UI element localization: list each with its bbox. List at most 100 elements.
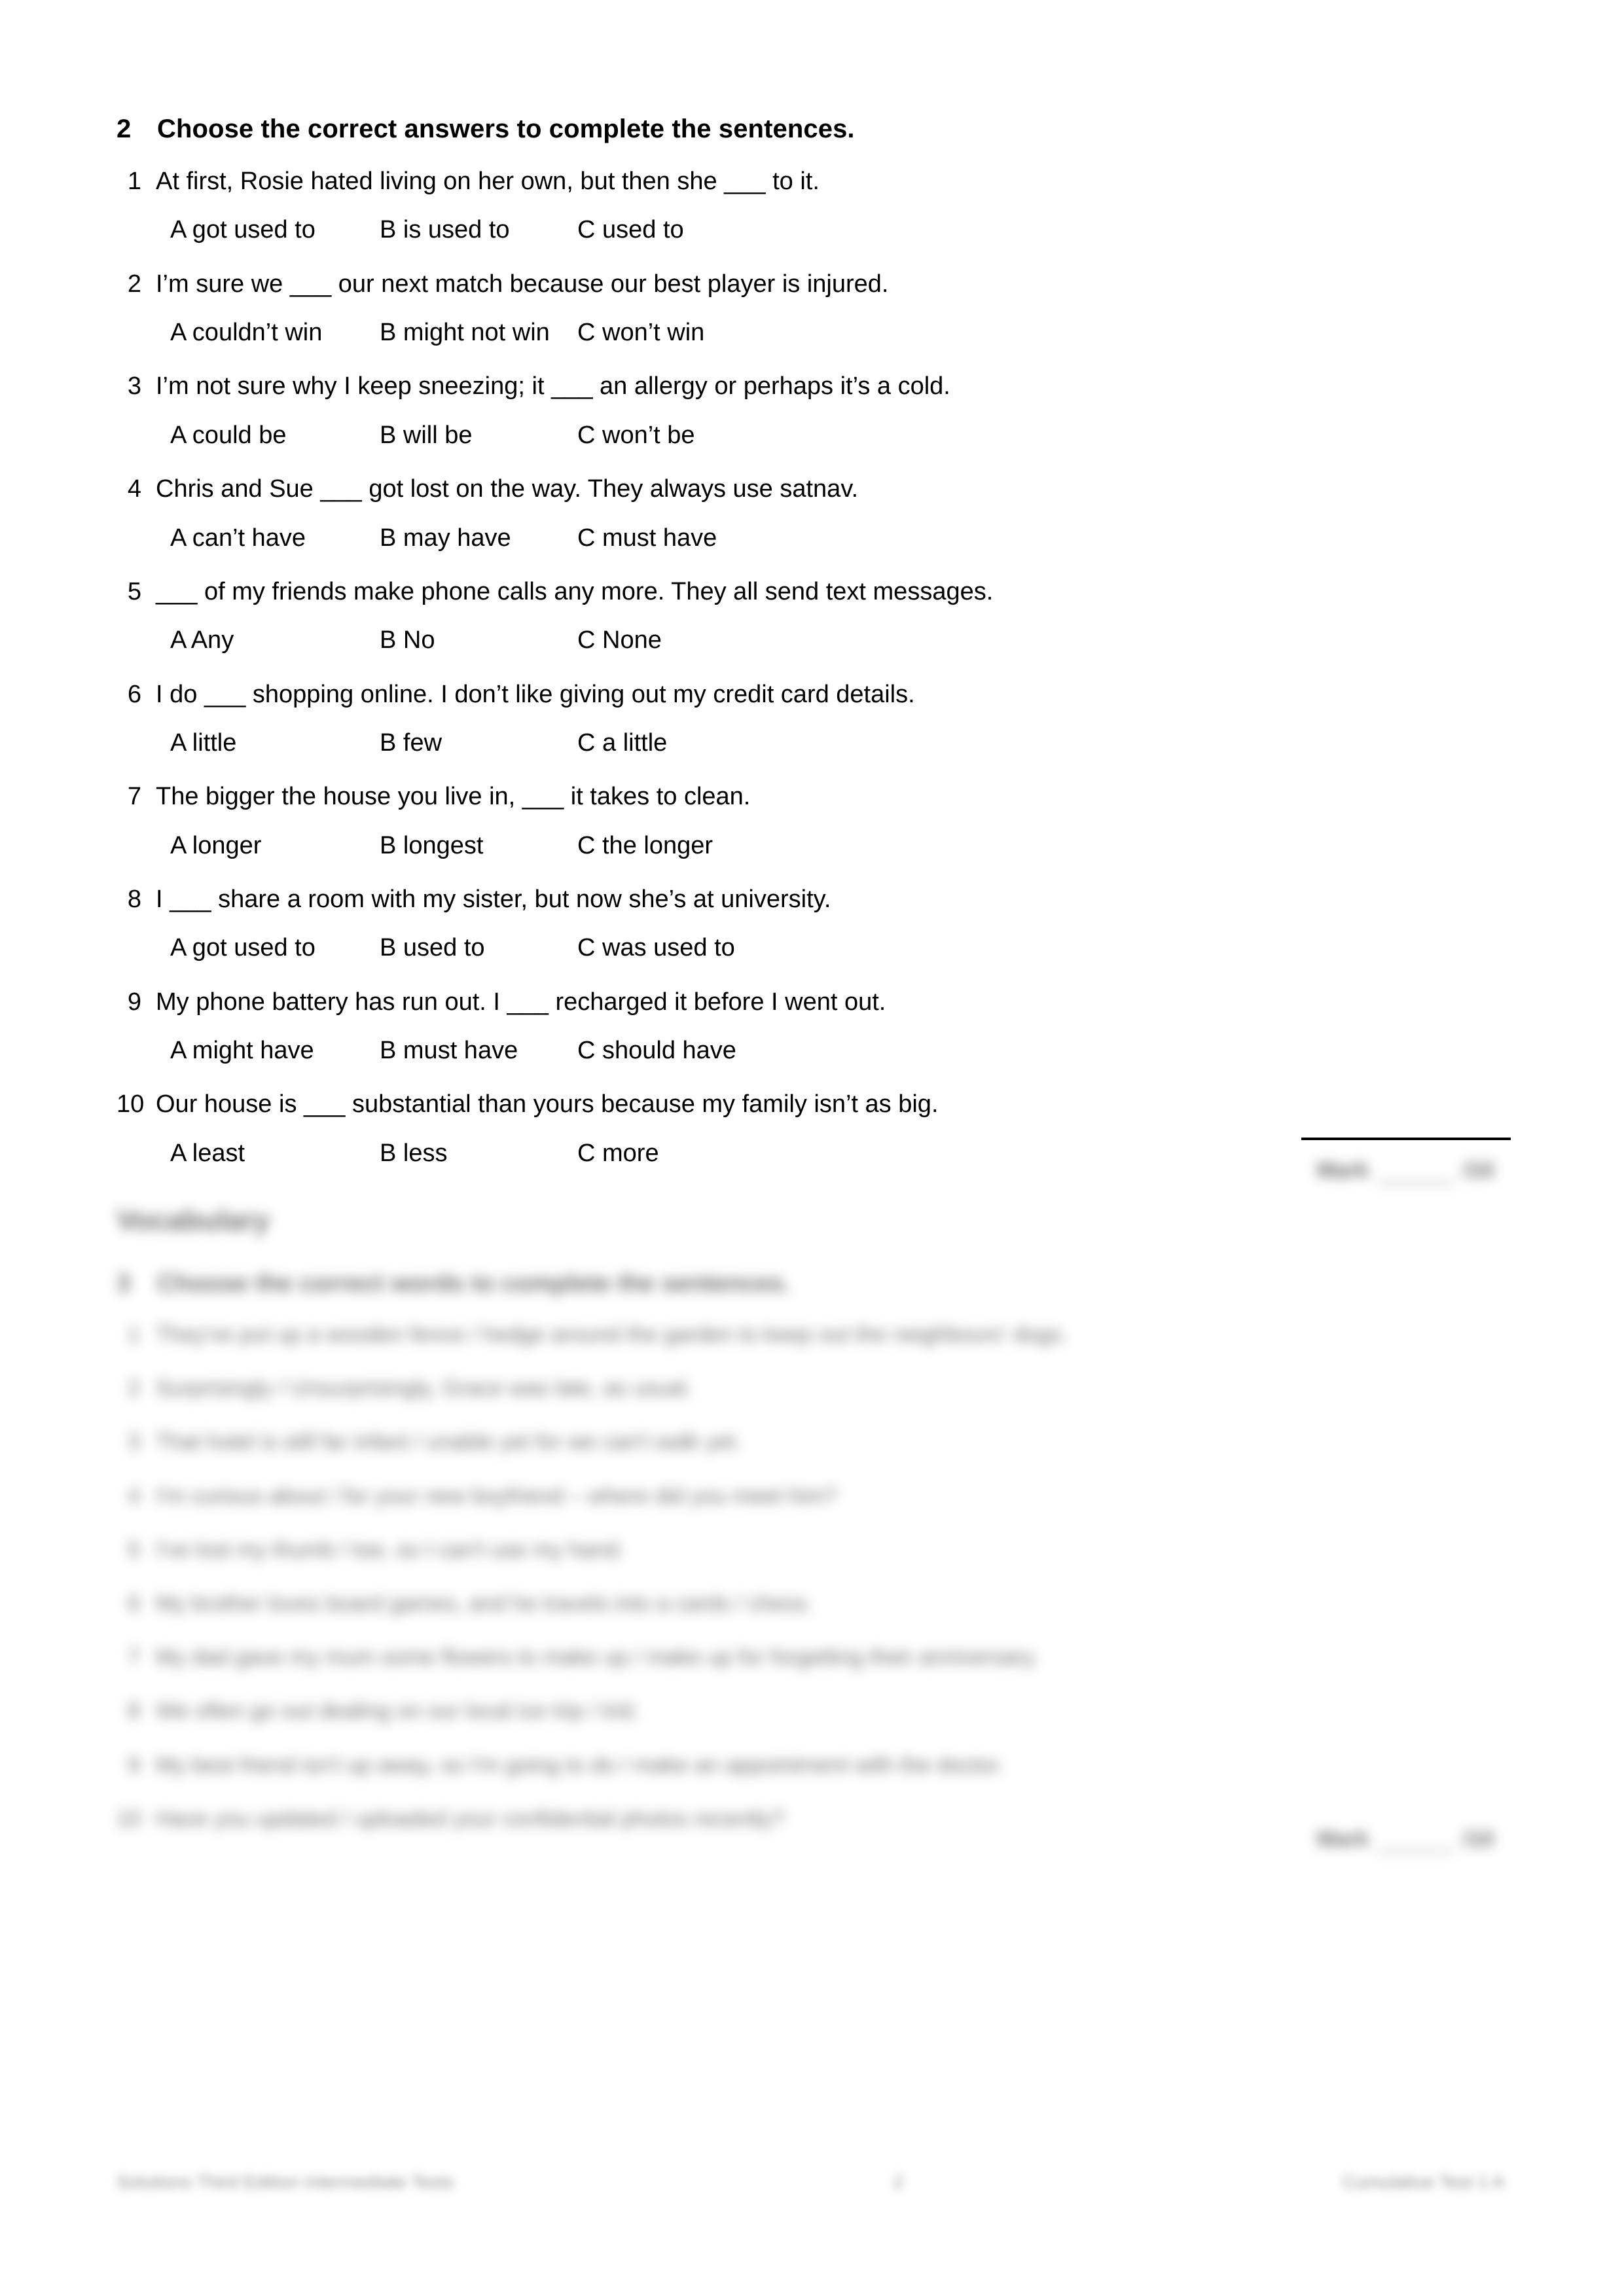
item-number: 4 xyxy=(128,1483,140,1509)
option-a[interactable]: A got used to xyxy=(170,933,380,963)
item-text[interactable]: Have you updated / uploaded your confide… xyxy=(156,1804,1491,1833)
item-number: 3 xyxy=(128,1429,140,1455)
score-total: /10 xyxy=(1462,1157,1494,1183)
option-c[interactable]: C None xyxy=(577,625,674,655)
list-item: 1 They've put up a wooden fence / hedge … xyxy=(117,1320,1491,1349)
question-text: I’m not sure why I keep sneezing; it ___… xyxy=(156,372,950,401)
option-a[interactable]: A could be xyxy=(170,420,380,450)
option-c[interactable]: C a little xyxy=(577,728,679,758)
question-line: 5 ___ of my friends make phone calls any… xyxy=(117,577,1491,607)
question-line: 2 I’m sure we ___ our next match because… xyxy=(117,269,1491,299)
question-line: 7 The bigger the house you live in, ___ … xyxy=(117,781,1491,812)
exercise-2-heading: 2 Choose the correct answers to complete… xyxy=(117,115,1491,144)
item-number: 7 xyxy=(128,1645,140,1670)
option-row: A can’t have B may have C must have xyxy=(117,523,1491,553)
footer-right-text: Cumulative Test 1 A xyxy=(1343,2172,1504,2192)
question-block: 1 At first, Rosie hated living on her ow… xyxy=(117,166,1491,245)
option-a[interactable]: A can’t have xyxy=(170,523,380,553)
question-number: 2 xyxy=(127,270,141,298)
option-c[interactable]: C won’t be xyxy=(577,420,707,450)
option-b[interactable]: B will be xyxy=(380,420,577,450)
option-a[interactable]: A longer xyxy=(170,831,380,861)
item-text[interactable]: My dad gave my mum some flowers to make … xyxy=(156,1643,1491,1672)
question-block: 10 Our house is ___ substantial than you… xyxy=(117,1089,1491,1168)
option-c[interactable]: C used to xyxy=(577,215,696,245)
option-a[interactable]: A might have xyxy=(170,1035,380,1066)
option-row: A got used to B is used to C used to xyxy=(117,215,1491,245)
question-line: 9 My phone battery has run out. I ___ re… xyxy=(117,987,1491,1017)
option-c[interactable]: C more xyxy=(577,1138,671,1168)
question-number: 10 xyxy=(117,1090,145,1119)
option-b[interactable]: B less xyxy=(380,1138,577,1168)
question-number: 4 xyxy=(127,475,141,503)
question-number: 3 xyxy=(127,372,141,401)
item-text[interactable]: I'm curious about / for your new boyfrie… xyxy=(156,1482,1491,1511)
score-box-content: Mark /10 xyxy=(1301,1809,1511,1869)
option-a[interactable]: A little xyxy=(170,728,380,758)
list-item: 10 Have you updated / uploaded your conf… xyxy=(117,1804,1491,1833)
option-b[interactable]: B must have xyxy=(380,1035,577,1066)
question-block: 3 I’m not sure why I keep sneezing; it _… xyxy=(117,371,1491,450)
option-row: A least B less C more xyxy=(117,1138,1491,1168)
option-row: A longer B longest C the longer xyxy=(117,831,1491,861)
list-item: 4 I'm curious about / for your new boyfr… xyxy=(117,1482,1491,1511)
page-footer: Solutions Third Edition Intermediate Tes… xyxy=(117,2172,1504,2193)
worksheet-page: 2 Choose the correct answers to complete… xyxy=(0,0,1624,2296)
option-a[interactable]: A Any xyxy=(170,625,380,655)
exercise-2-number: 2 xyxy=(117,115,132,143)
option-b[interactable]: B is used to xyxy=(380,215,577,245)
option-c[interactable]: C was used to xyxy=(577,933,747,963)
option-c[interactable]: C should have xyxy=(577,1035,748,1066)
option-row: A couldn’t win B might not win C won’t w… xyxy=(117,317,1491,348)
question-text: ___ of my friends make phone calls any m… xyxy=(156,577,994,605)
exercise-2-title: Choose the correct answers to complete t… xyxy=(157,115,855,143)
option-b[interactable]: B No xyxy=(380,625,577,655)
option-b[interactable]: B might not win xyxy=(380,317,577,348)
exercise-3-heading: 3 Choose the correct words to complete t… xyxy=(117,1270,1491,1298)
option-b[interactable]: B longest xyxy=(380,831,577,861)
option-b[interactable]: B few xyxy=(380,728,577,758)
question-number: 6 xyxy=(127,680,141,708)
option-b[interactable]: B used to xyxy=(380,933,577,963)
score-box-exercise-3: Mark /10 xyxy=(1301,1806,1511,1869)
score-write-in-line[interactable] xyxy=(1378,1850,1454,1852)
item-text[interactable]: My brother loves board games, and he tra… xyxy=(156,1589,1491,1618)
item-number: 2 xyxy=(128,1376,140,1401)
question-text: Our house is ___ substantial than yours … xyxy=(156,1090,939,1119)
score-box-content: Mark /10 xyxy=(1301,1140,1511,1200)
list-item: 3 That hotel is still far infant / unabl… xyxy=(117,1427,1491,1456)
vocabulary-heading: Vocabulary xyxy=(117,1204,270,1236)
item-text[interactable]: My best friend isn't up away, so I'm goi… xyxy=(156,1751,1491,1780)
question-text: My phone battery has run out. I ___ rech… xyxy=(156,988,886,1016)
option-a[interactable]: A couldn’t win xyxy=(170,317,380,348)
exercise-3-number: 3 xyxy=(117,1270,131,1297)
option-c[interactable]: C the longer xyxy=(577,831,725,861)
item-text[interactable]: Surprisingly / Unsurprisingly, Grace was… xyxy=(156,1374,1491,1403)
question-text: At first, Rosie hated living on her own,… xyxy=(156,168,820,195)
item-number: 6 xyxy=(128,1590,140,1616)
option-a[interactable]: A got used to xyxy=(170,215,380,245)
question-block: 6 I do ___ shopping online. I don’t like… xyxy=(117,679,1491,759)
question-line: 3 I’m not sure why I keep sneezing; it _… xyxy=(117,371,1491,401)
vocabulary-section: Vocabulary 3 Choose the correct words to… xyxy=(117,1204,1491,1858)
exercise-3-title: Choose the correct words to complete the… xyxy=(157,1270,791,1297)
item-text[interactable]: I've lost my thumb / toe, so I can't use… xyxy=(156,1535,1491,1564)
question-line: 10 Our house is ___ substantial than you… xyxy=(117,1089,1491,1119)
question-text: I’m sure we ___ our next match because o… xyxy=(156,270,889,298)
option-c[interactable]: C must have xyxy=(577,523,729,553)
question-line: 6 I do ___ shopping online. I don’t like… xyxy=(117,679,1491,709)
question-list: 1 At first, Rosie hated living on her ow… xyxy=(117,166,1491,1168)
item-number: 9 xyxy=(128,1752,140,1778)
page-number: 2 xyxy=(893,2172,904,2192)
item-text[interactable]: We often go out dealing on our local ice… xyxy=(156,1696,1491,1725)
item-number: 8 xyxy=(128,1698,140,1724)
option-c[interactable]: C won’t win xyxy=(577,317,716,348)
option-a[interactable]: A least xyxy=(170,1138,380,1168)
score-write-in-line[interactable] xyxy=(1378,1181,1454,1183)
option-b[interactable]: B may have xyxy=(380,523,577,553)
item-text[interactable]: That hotel is still far infant / unable … xyxy=(156,1427,1491,1456)
item-number: 1 xyxy=(128,1322,140,1347)
question-number: 7 xyxy=(127,783,141,811)
question-block: 2 I’m sure we ___ our next match because… xyxy=(117,269,1491,348)
item-text[interactable]: They've put up a wooden fence / hedge ar… xyxy=(156,1320,1491,1349)
